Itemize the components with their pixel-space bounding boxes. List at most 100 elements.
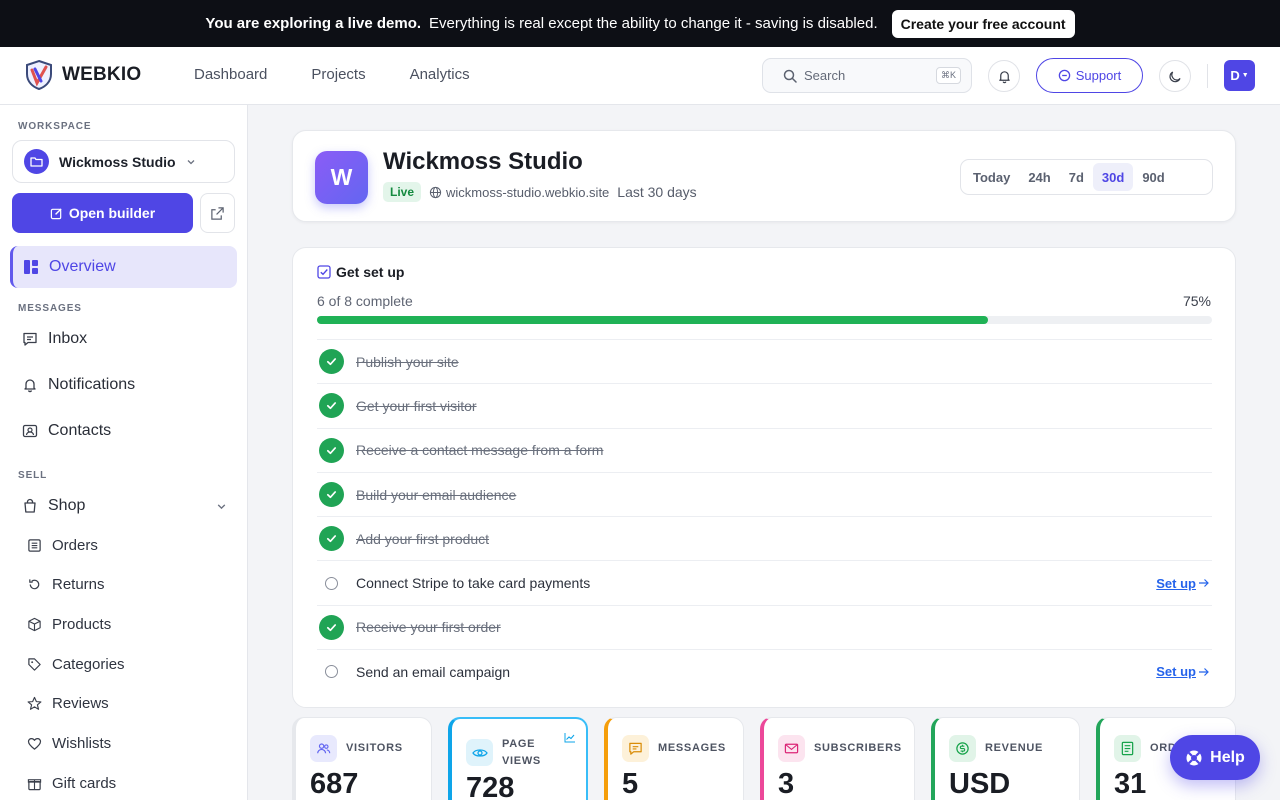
notifications-label: Notifications <box>48 376 136 393</box>
check-circle-icon <box>319 614 344 640</box>
empty-circle-icon <box>325 576 338 590</box>
logo[interactable]: WEBKIO <box>24 59 141 91</box>
banner-strong-text: You are exploring a live demo. <box>205 15 422 32</box>
task-label: Add your first product <box>356 530 490 547</box>
stat-card-subscribers[interactable]: SUBSCRIBERS 3 <box>760 717 915 800</box>
task-row: Connect Stripe to take card payments Set … <box>317 560 1212 604</box>
check-circle-icon <box>319 526 344 552</box>
orders-label: Orders <box>52 537 98 554</box>
moon-icon <box>1168 69 1183 84</box>
demo-banner: You are exploring a live demo. Everythin… <box>0 0 1280 47</box>
date-range-selector: Today 24h 7d 30d 90d <box>960 159 1213 195</box>
open-builder-button[interactable]: Open builder <box>12 193 193 233</box>
task-label: Build your email audience <box>356 486 517 503</box>
nav-analytics[interactable]: Analytics <box>410 66 470 83</box>
edit-icon <box>50 207 63 220</box>
tag-icon <box>27 657 42 672</box>
task-label: Receive a contact message from a form <box>356 442 604 459</box>
reviews-label: Reviews <box>52 695 109 712</box>
task-label: Receive your first order <box>356 619 501 636</box>
setup-title: Get set up <box>317 264 404 280</box>
nav-dashboard[interactable]: Dashboard <box>194 66 267 83</box>
shield-logo-icon <box>24 59 54 91</box>
sell-section-label: SELL <box>18 470 48 481</box>
avatar[interactable]: D ▼ <box>1224 60 1255 91</box>
search-placeholder: Search <box>804 68 846 83</box>
search-input[interactable]: Search ⌘K <box>762 58 972 93</box>
nav-projects[interactable]: Projects <box>311 66 365 83</box>
eye-icon <box>466 739 493 766</box>
support-label: Support <box>1075 68 1122 83</box>
chevron-down-icon <box>216 501 227 512</box>
support-button[interactable]: Support <box>1036 58 1143 93</box>
range-90d[interactable]: 90d <box>1133 163 1173 191</box>
task-row: Receive your first order <box>317 604 1212 649</box>
theme-toggle-button[interactable] <box>1159 60 1191 92</box>
setup-link[interactable]: Set up <box>1156 664 1210 679</box>
star-icon <box>27 696 42 711</box>
stat-card-revenue[interactable]: REVENUE USD <box>931 717 1080 800</box>
task-row: Send an email campaign Set up <box>317 649 1212 693</box>
bell-icon <box>997 69 1012 84</box>
site-url: wickmoss-studio.webkio.site <box>446 184 610 200</box>
workspace-section-label: WORKSPACE <box>18 121 92 132</box>
site-url-link[interactable]: wickmoss-studio.webkio.site <box>429 185 609 200</box>
task-list: Publish your site Get your first visitor R… <box>317 339 1212 693</box>
sidebar-item-contacts[interactable]: Contacts <box>22 422 111 440</box>
notifications-button[interactable] <box>988 60 1020 92</box>
globe-icon <box>429 186 442 199</box>
stat-card-visitors[interactable]: VISITORS 687 <box>292 717 432 800</box>
receipt-icon <box>1114 735 1141 762</box>
sidebar-item-reviews[interactable]: Reviews <box>27 695 109 712</box>
search-icon <box>783 69 797 83</box>
sidebar-item-gift-cards[interactable]: Gift cards <box>27 775 116 792</box>
status-badge: Live <box>383 182 422 202</box>
sidebar-item-returns[interactable]: Returns <box>27 576 105 593</box>
caret-down-icon: ▼ <box>1241 72 1249 79</box>
sidebar-item-overview[interactable]: Overview <box>10 246 237 288</box>
sidebar-item-inbox[interactable]: Inbox <box>22 330 87 348</box>
setup-checklist-card: Get set up 6 of 8 complete 75% Publish y… <box>292 247 1236 708</box>
check-circle-icon <box>319 349 344 375</box>
stat-value: 3 <box>778 768 795 800</box>
stat-value: 31 <box>1114 768 1147 800</box>
categories-label: Categories <box>52 656 125 673</box>
progress-text: 6 of 8 complete <box>317 293 413 309</box>
arrow-right-icon <box>1198 667 1210 677</box>
open-site-external-button[interactable] <box>200 193 235 233</box>
stat-value: 5 <box>622 768 639 800</box>
bell-icon <box>22 377 38 393</box>
stat-card-page-views[interactable]: PAGE VIEWS 728 <box>448 717 588 800</box>
sidebar: WORKSPACE Wickmoss Studio Open builder O… <box>0 105 248 800</box>
stat-label: VISITORS <box>346 742 403 754</box>
sidebar-item-notifications[interactable]: Notifications <box>22 376 135 394</box>
range-7d[interactable]: 7d <box>1060 163 1093 191</box>
sidebar-item-wishlists[interactable]: Wishlists <box>27 735 111 752</box>
range-30d[interactable]: 30d <box>1092 163 1134 191</box>
site-avatar: W <box>315 151 368 204</box>
chevron-down-icon <box>186 157 196 167</box>
task-label: Get your first visitor <box>356 397 477 414</box>
setup-link-label: Set up <box>1156 575 1196 591</box>
workspace-switcher[interactable]: Wickmoss Studio <box>12 140 235 183</box>
check-circle-icon <box>319 437 344 463</box>
stat-card-messages[interactable]: MESSAGES 5 <box>604 717 744 800</box>
sidebar-item-categories[interactable]: Categories <box>27 656 125 673</box>
range-24h[interactable]: 24h <box>1019 163 1059 191</box>
sidebar-item-shop[interactable]: Shop <box>22 497 227 515</box>
returns-icon <box>27 577 42 592</box>
help-button[interactable]: Help <box>1170 735 1260 780</box>
overview-label: Overview <box>49 258 116 275</box>
setup-title-text: Get set up <box>336 264 405 280</box>
task-label: Connect Stripe to take card payments <box>356 575 591 592</box>
create-account-button[interactable]: Create your free account <box>891 9 1075 38</box>
top-nav: Dashboard Projects Analytics <box>194 66 470 83</box>
sidebar-item-orders[interactable]: Orders <box>27 537 98 554</box>
stat-value: 687 <box>310 768 359 800</box>
range-today[interactable]: Today <box>964 163 1019 191</box>
site-header-card: W Wickmoss Studio Live wickmoss-studio.w… <box>292 130 1236 222</box>
message-icon <box>622 735 649 762</box>
envelope-icon <box>778 735 805 762</box>
setup-link[interactable]: Set up <box>1156 576 1210 591</box>
sidebar-item-products[interactable]: Products <box>27 616 111 633</box>
